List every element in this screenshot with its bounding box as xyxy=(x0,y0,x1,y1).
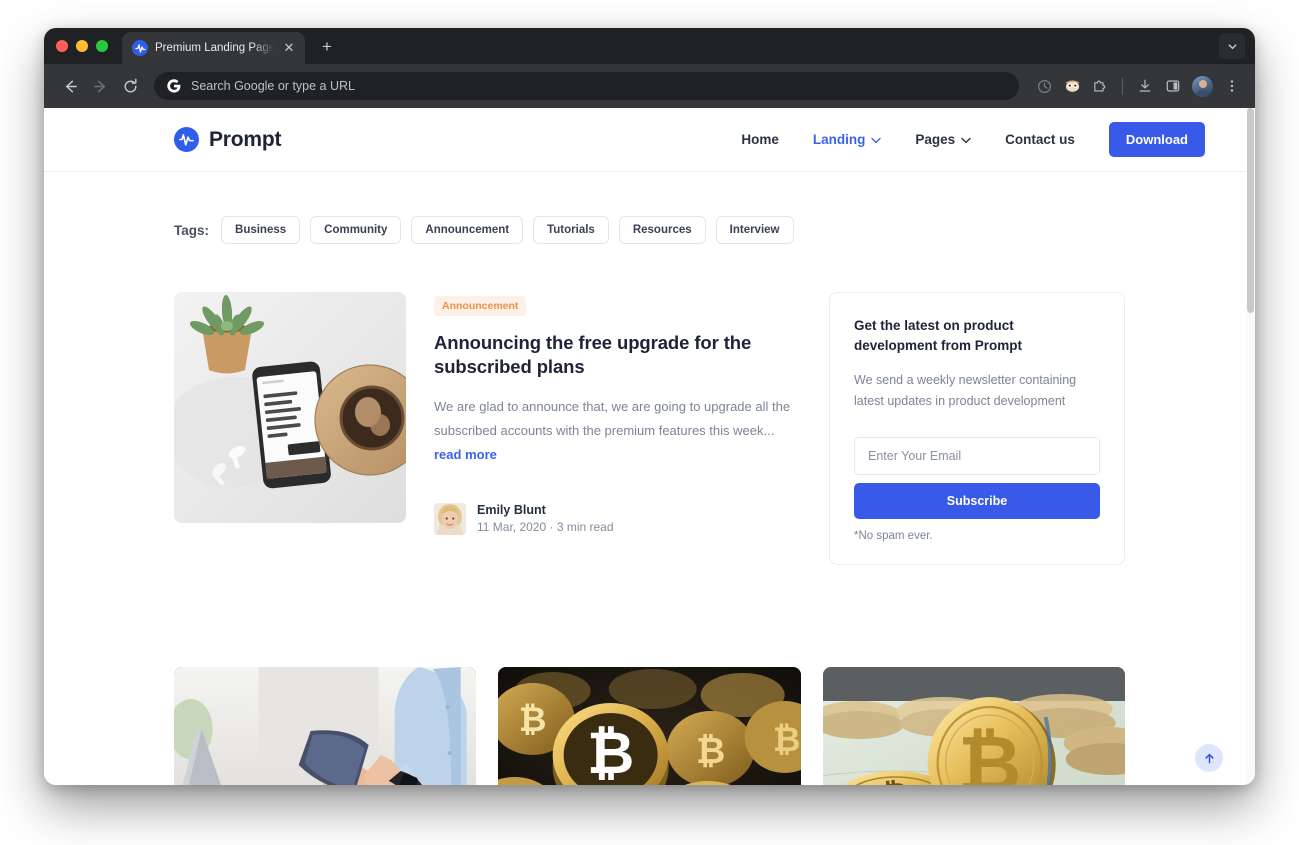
window-traffic-lights xyxy=(56,28,122,64)
close-window-button[interactable] xyxy=(56,40,68,52)
scroll-to-top-button[interactable] xyxy=(1195,744,1223,772)
tag-chip-tutorials[interactable]: Tutorials xyxy=(533,216,609,244)
tags-label: Tags: xyxy=(174,222,210,238)
address-bar[interactable]: Search Google or type a URL xyxy=(154,72,1019,100)
post-card-3[interactable]: ₿ ₿ xyxy=(822,667,1125,785)
history-clock-icon[interactable] xyxy=(1031,73,1057,99)
tag-chip-announcement[interactable]: Announcement xyxy=(411,216,524,244)
svg-text:₿: ₿ xyxy=(519,701,547,739)
byline-text: Emily Blunt 11 Mar, 2020 · 3 min read xyxy=(477,503,614,534)
profile-avatar-icon[interactable] xyxy=(1192,75,1213,97)
svg-text:₿: ₿ xyxy=(958,720,1022,785)
chevron-down-icon xyxy=(871,132,882,147)
page-content: Tags: Business Community Announcement Tu… xyxy=(44,172,1255,785)
primary-navigation: Home Landing Pages Contact us Download xyxy=(741,122,1205,157)
prompt-logo-icon xyxy=(132,40,148,56)
tag-chip-business[interactable]: Business xyxy=(221,216,301,244)
author-name[interactable]: Emily Blunt xyxy=(477,503,614,517)
svg-text:₿: ₿ xyxy=(696,730,725,771)
nav-item-contact-us[interactable]: Contact us xyxy=(1005,132,1075,147)
plus-icon[interactable]: + xyxy=(313,33,341,61)
post-card-2[interactable]: ₿ ₿ ₿ ₿ ₿ ₿ xyxy=(498,667,801,785)
article-meta: 11 Mar, 2020 · 3 min read xyxy=(477,520,614,535)
web-page-viewport: Prompt Home Landing Pages Contact us Dow… xyxy=(44,108,1255,785)
featured-article-thumbnail[interactable] xyxy=(174,292,406,523)
toolbar-actions xyxy=(1031,73,1245,99)
avatar xyxy=(434,502,466,535)
nav-item-label: Landing xyxy=(812,132,866,147)
featured-article-body: Announcement Announcing the free upgrade… xyxy=(434,292,794,535)
page-scrollbar-thumb[interactable] xyxy=(1247,108,1254,313)
nav-item-home[interactable]: Home xyxy=(741,132,779,147)
nav-item-label: Contact us xyxy=(1005,132,1075,147)
tag-chip-interview[interactable]: Interview xyxy=(715,216,794,244)
arrow-right-icon xyxy=(86,72,114,100)
tag-chip-resources[interactable]: Resources xyxy=(618,216,706,244)
post-card-1[interactable] xyxy=(174,667,477,785)
tag-chip-community[interactable]: Community xyxy=(310,216,402,244)
arrow-left-icon[interactable] xyxy=(56,72,84,100)
brand-name: Prompt xyxy=(209,127,282,151)
prompt-wave-icon xyxy=(174,127,199,152)
side-panel-icon[interactable] xyxy=(1160,73,1186,99)
svg-text:₿: ₿ xyxy=(773,721,801,759)
newsletter-note: *No spam ever. xyxy=(854,530,933,543)
download-button[interactable]: Download xyxy=(1108,122,1205,157)
read-more-link[interactable]: read more xyxy=(434,447,497,462)
newsletter-signup-card: Get the latest on product development fr… xyxy=(829,292,1125,566)
featured-section: Announcement Announcing the free upgrade… xyxy=(174,244,1125,566)
browser-toolbar: Search Google or type a URL xyxy=(44,64,1255,108)
subscribe-button[interactable]: Subscribe xyxy=(854,483,1100,520)
browser-tab[interactable]: Premium Landing Pages | Pro ✕ xyxy=(122,32,305,64)
nav-item-label: Pages xyxy=(915,132,956,147)
address-bar-placeholder: Search Google or type a URL xyxy=(191,79,355,93)
post-cards-grid: ₿ ₿ ₿ ₿ ₿ ₿ xyxy=(174,565,1125,785)
category-badge[interactable]: Announcement xyxy=(434,296,527,316)
site-header: Prompt Home Landing Pages Contact us Dow… xyxy=(44,108,1255,172)
featured-article-title[interactable]: Announcing the free upgrade for the subs… xyxy=(434,331,794,380)
minimize-window-button[interactable] xyxy=(76,40,88,52)
google-g-icon xyxy=(166,79,181,94)
browser-window: Premium Landing Pages | Pro ✕ + xyxy=(44,28,1255,785)
chevron-down-icon xyxy=(961,132,971,147)
browser-tab-strip: Premium Landing Pages | Pro ✕ + xyxy=(44,28,1255,64)
newsletter-title: Get the latest on product development fr… xyxy=(854,318,1023,353)
email-field[interactable] xyxy=(854,437,1100,476)
close-icon[interactable]: ✕ xyxy=(281,40,297,56)
article-byline: Emily Blunt 11 Mar, 2020 · 3 min read xyxy=(434,502,794,535)
featured-article: Announcement Announcing the free upgrade… xyxy=(174,292,797,535)
browser-tab-title: Premium Landing Pages | Pro xyxy=(155,42,274,54)
nav-item-label: Home xyxy=(741,132,779,147)
extensions-icon[interactable] xyxy=(1087,73,1113,99)
tags-filter-row: Tags: Business Community Announcement Tu… xyxy=(174,172,1125,244)
toolbar-divider xyxy=(1122,77,1123,95)
chevron-down-icon[interactable] xyxy=(1219,33,1245,59)
svg-text:₿: ₿ xyxy=(587,721,634,785)
maximize-window-button[interactable] xyxy=(96,40,108,52)
reload-icon[interactable] xyxy=(116,72,144,100)
brand-logo[interactable]: Prompt xyxy=(174,127,282,152)
nav-item-landing[interactable]: Landing xyxy=(813,132,882,147)
downloads-icon[interactable] xyxy=(1132,73,1158,99)
nav-item-pages[interactable]: Pages xyxy=(915,132,971,147)
three-dot-menu-icon[interactable] xyxy=(1219,73,1245,99)
featured-article-excerpt: We are glad to announce that, we are goi… xyxy=(434,395,794,467)
newsletter-description: We send a weekly newsletter containing l… xyxy=(854,372,1077,408)
excerpt-text: We are glad to announce that, we are goi… xyxy=(434,398,791,438)
extension-puzzle-icon[interactable] xyxy=(1059,73,1085,99)
page-scrollbar[interactable] xyxy=(1246,108,1255,785)
